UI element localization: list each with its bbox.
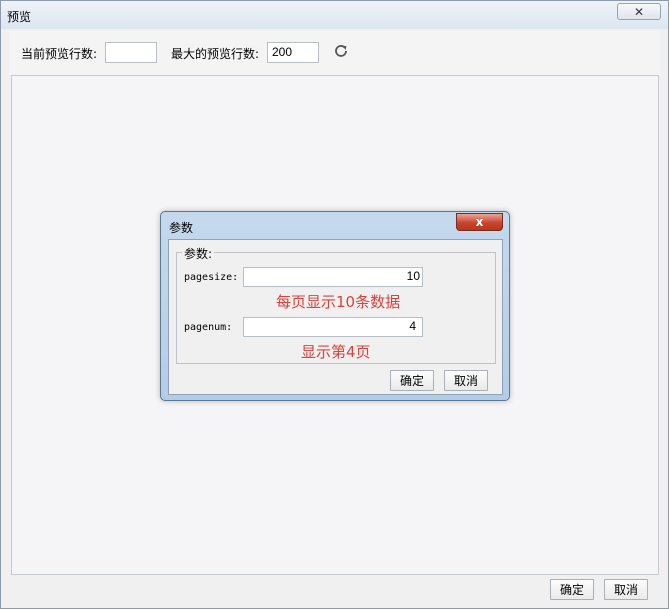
pagesize-value: 10 — [406, 269, 420, 283]
max-rows-field[interactable]: 200 — [267, 42, 319, 63]
close-icon: x — [475, 215, 484, 229]
footer: 确定 取消 — [1, 576, 668, 608]
params-dialog: 参数 x 参数: pagesize: 10 每页显示10条数据 pagenum:… — [160, 211, 510, 401]
ok-button[interactable]: 确定 — [550, 579, 594, 600]
refresh-button[interactable] — [331, 41, 351, 61]
max-rows-label: 最大的预览行数: — [171, 47, 260, 61]
current-rows-field[interactable] — [105, 42, 157, 63]
pagenum-label: pagenum: — [184, 322, 233, 333]
pagenum-field[interactable]: 4 — [243, 317, 423, 337]
dialog-body: 参数: pagesize: 10 每页显示10条数据 pagenum: 4 显示… — [168, 239, 503, 395]
current-rows-label: 当前预览行数: — [21, 47, 98, 61]
close-icon: ✕ — [633, 4, 645, 19]
pagesize-label: pagesize: — [184, 272, 239, 283]
params-group-label: 参数: — [182, 245, 215, 262]
pagenum-annotation: 显示第4页 — [301, 343, 371, 361]
pagenum-value: 4 — [409, 319, 416, 333]
toolbar: 当前预览行数: 最大的预览行数: 200 — [9, 31, 660, 75]
dialog-close-button[interactable]: x — [456, 213, 503, 231]
preview-window: 预览 ✕ 当前预览行数: 最大的预览行数: 200 确定 取消 参数 x 参数: — [0, 0, 669, 609]
refresh-icon — [335, 45, 347, 57]
cancel-button[interactable]: 取消 — [604, 579, 648, 600]
dialog-cancel-button[interactable]: 取消 — [444, 370, 488, 391]
params-group: 参数: pagesize: 10 每页显示10条数据 pagenum: 4 显示… — [176, 245, 496, 364]
dialog-ok-button[interactable]: 确定 — [390, 370, 434, 391]
pagesize-annotation: 每页显示10条数据 — [276, 293, 401, 311]
title-bar: 预览 ✕ — [1, 1, 668, 29]
window-close-button[interactable]: ✕ — [617, 3, 661, 20]
dialog-title: 参数 — [169, 221, 194, 235]
window-title: 预览 — [7, 10, 32, 24]
pagesize-field[interactable]: 10 — [243, 267, 423, 287]
